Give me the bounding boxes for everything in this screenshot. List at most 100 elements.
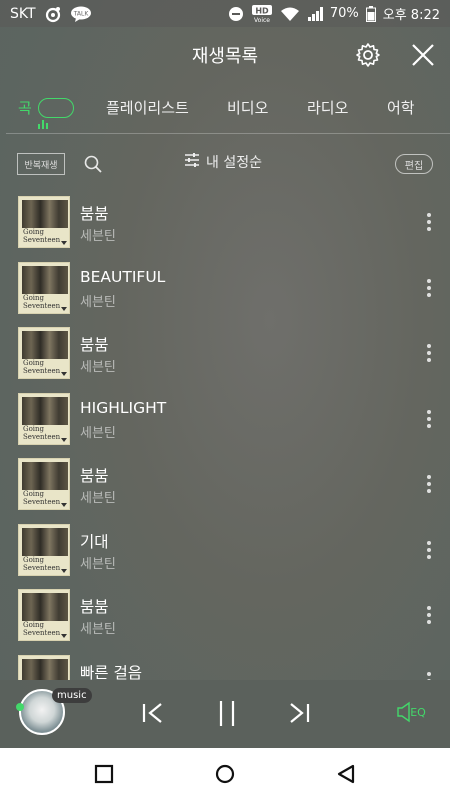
song-artist: 세븐틴 (80, 491, 116, 506)
edit-button[interactable]: 편집 (395, 154, 433, 174)
more-options-icon[interactable] (424, 344, 434, 364)
tab-songs[interactable]: 곡 (18, 97, 74, 118)
song-title: 붐붐 (80, 205, 109, 223)
song-row[interactable]: Going Seventeen BEAUTIFUL 세븐틴 (0, 254, 450, 320)
album-photo (22, 527, 68, 556)
now-playing-eq-icon (38, 120, 48, 129)
song-list: Going Seventeen 붐붐 세븐틴 Going Seventeen BEAUTIF… (0, 188, 450, 680)
more-options-icon[interactable] (424, 213, 434, 233)
carrier-label: SKT (10, 5, 36, 22)
album-text-line: Seventeen (23, 432, 61, 441)
album-text-line: Seventeen (23, 236, 61, 244)
album-art: GoingSeventeen (18, 196, 70, 248)
header: 재생목록 (0, 27, 450, 83)
next-icon[interactable] (284, 698, 314, 728)
song-row[interactable]: GoingSeventeen빠른 걸음세븐틴 (0, 647, 450, 681)
album-corner-icon (61, 372, 67, 376)
song-row[interactable]: Going Seventeen 붐붐세븐틴 (0, 319, 450, 385)
status-bar: SKT TALK HD Voice 70% 오후 8:22 (0, 0, 450, 27)
song-title: 빠른 걸음 (80, 663, 142, 681)
song-row[interactable]: Going Seventeen 붐붐세븐틴 (0, 581, 450, 647)
more-options-icon[interactable] (424, 278, 434, 299)
album-photo (22, 396, 68, 425)
album-corner-icon (61, 306, 67, 311)
album-text-line: Going (23, 293, 45, 302)
album-photo (22, 331, 68, 359)
song-title: 기대 (80, 532, 109, 551)
album-art-text: Going Seventeen (23, 359, 60, 375)
search-icon[interactable] (84, 155, 102, 173)
back-icon[interactable] (336, 764, 356, 784)
tab-video[interactable]: 비디오 (227, 97, 268, 118)
hd-voice-icon: HD Voice (251, 4, 273, 24)
more-options-icon[interactable] (424, 671, 434, 680)
album-art-text: Going Seventeen (23, 294, 60, 310)
home-icon[interactable] (215, 764, 235, 784)
pause-icon[interactable] (212, 698, 242, 728)
clock: 오후 8:22 (382, 8, 440, 23)
album-text-line: Going (23, 424, 45, 433)
album-text-line: Seventeen (23, 367, 61, 375)
do-not-disturb-icon (228, 6, 244, 22)
sliders-icon (184, 152, 200, 172)
music-badge: music (52, 688, 92, 703)
tab-bar: 곡 플레이리스트 비디오 라디오 어학 (0, 83, 450, 133)
album-corner-icon (61, 503, 67, 507)
song-artist: 세븐틴 (80, 294, 116, 310)
album-text-line: Seventeen (23, 563, 61, 572)
song-artist: 세븐틴 (80, 556, 116, 572)
signal-icon (307, 6, 323, 22)
more-options-icon[interactable] (424, 475, 434, 495)
song-row[interactable]: Going Seventeen 붐붐세븐틴 (0, 450, 450, 516)
album-text-line: Going (23, 490, 45, 498)
album-art: GoingSeventeen (18, 327, 70, 379)
svg-text:TALK: TALK (72, 10, 89, 17)
album-photo (22, 593, 68, 621)
tab-radio[interactable]: 라디오 (307, 97, 348, 118)
song-row[interactable]: Going Seventeen HIGHLIGHT 세븐틴 (0, 385, 450, 451)
album-art-text: Going Seventeen (23, 490, 60, 506)
more-options-icon[interactable] (424, 409, 434, 430)
song-title: 붐붐 (80, 467, 109, 485)
song-artist: 세븐틴 (80, 229, 116, 244)
song-artist: 세븐틴 (80, 425, 116, 441)
battery-percent: 70% (329, 6, 359, 21)
battery-icon (365, 5, 376, 22)
list-toolbar: 반복재생 내 설정순 편집 (0, 148, 450, 180)
album-art: GoingSeventeen (18, 523, 70, 576)
talk-icon: TALK (70, 6, 92, 22)
album-text-line: Going (23, 621, 45, 629)
more-options-icon[interactable] (424, 606, 434, 626)
repeat-button[interactable]: 반복재생 (17, 153, 65, 175)
song-artist: 세븐틴 (80, 360, 116, 375)
song-title: 붐붐 (80, 336, 109, 354)
album-art: GoingSeventeen (18, 589, 70, 641)
tab-language[interactable]: 어학 (387, 97, 415, 118)
album-photo (22, 658, 68, 680)
album-art: GoingSeventeen (18, 392, 70, 445)
song-row[interactable]: Going Seventeen 기대세븐틴 (0, 516, 450, 582)
album-photo (22, 265, 68, 294)
mini-player: music EQ (0, 680, 450, 748)
album-photo (22, 200, 68, 228)
gear-icon[interactable] (355, 42, 381, 68)
song-title: HIGHLIGHT (80, 398, 167, 417)
tab-songs-label: 곡 (18, 99, 32, 117)
album-text-line: Seventeen (23, 498, 61, 506)
song-row[interactable]: Going Seventeen 붐붐세븐틴 (0, 188, 450, 254)
song-title: 붐붐 (80, 598, 109, 616)
album-art: GoingSeventeen (18, 458, 70, 510)
song-artist: 세븐틴 (80, 622, 116, 637)
sort-control[interactable]: 내 설정순 (184, 152, 262, 172)
previous-icon[interactable] (138, 698, 168, 728)
tab-playlist[interactable]: 플레이리스트 (106, 97, 189, 118)
more-options-icon[interactable] (424, 540, 434, 561)
album-text-line: Going (23, 359, 45, 367)
recent-apps-icon[interactable] (94, 764, 114, 784)
eq-button[interactable]: EQ (396, 700, 430, 724)
tab-video-label: 비디오 (227, 99, 269, 117)
album-art-text: Going Seventeen (23, 556, 60, 572)
album-photo (22, 462, 68, 490)
sort-label: 내 설정순 (206, 155, 262, 171)
close-icon[interactable] (410, 42, 436, 68)
